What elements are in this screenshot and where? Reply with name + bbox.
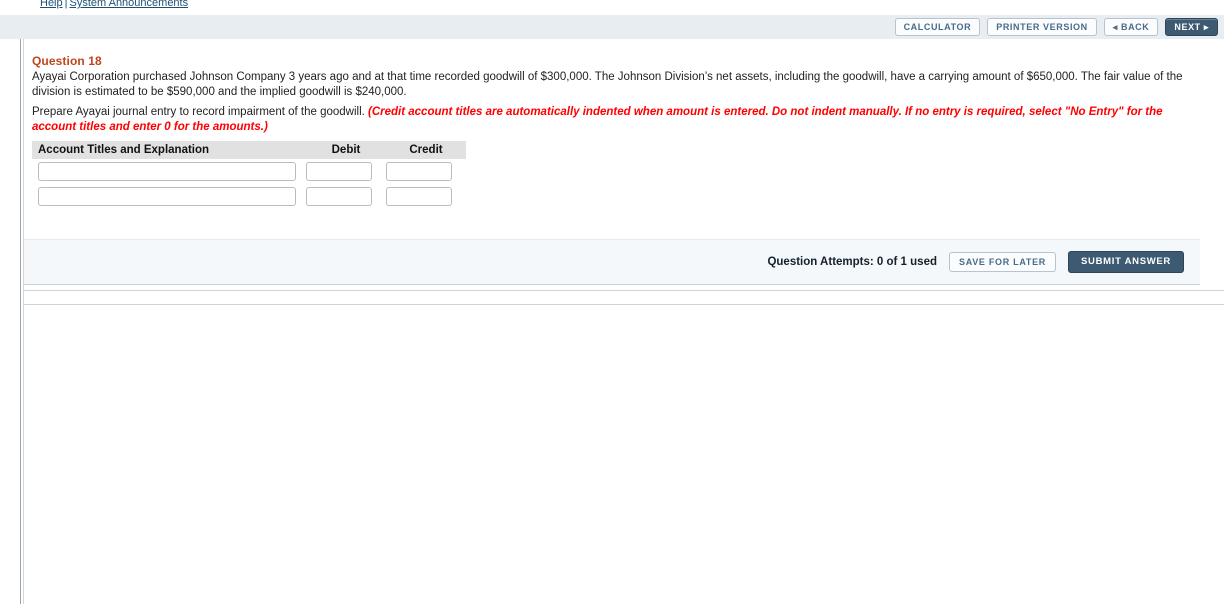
question-toolbar: CALCULATOR PRINTER VERSION ◂ BACK NEXT ▸	[0, 15, 1224, 40]
help-link[interactable]: Help	[40, 0, 63, 9]
cell-credit	[386, 184, 466, 209]
credit-input-row-2[interactable]	[386, 187, 452, 206]
instruction-block: Prepare Ayayai journal entry to record i…	[32, 105, 1192, 135]
cell-debit	[306, 184, 386, 209]
question-attempts-text: Question Attempts: 0 of 1 used	[767, 256, 937, 268]
question-title: Question 18	[32, 54, 102, 68]
debit-input-row-1[interactable]	[306, 162, 372, 181]
journal-entry-table: Account Titles and Explanation Debit Cre…	[32, 141, 466, 209]
debit-input-row-2[interactable]	[306, 187, 372, 206]
page-divider-upper	[24, 290, 1224, 291]
account-title-input-row-1[interactable]	[38, 162, 296, 181]
column-header-account: Account Titles and Explanation	[32, 141, 306, 159]
column-header-credit: Credit	[386, 141, 466, 159]
journal-entry-table-head: Account Titles and Explanation Debit Cre…	[32, 141, 466, 159]
instruction-lead-text: Prepare Ayayai journal entry to record i…	[32, 106, 369, 118]
masthead: Help | System Announcements	[0, 0, 1224, 16]
question-footer-bar: Question Attempts: 0 of 1 used SAVE FOR …	[24, 239, 1200, 285]
footer-controls: Question Attempts: 0 of 1 used SAVE FOR …	[767, 251, 1184, 273]
journal-entry-table-body	[32, 159, 466, 209]
table-header-row: Account Titles and Explanation Debit Cre…	[32, 141, 466, 159]
cell-credit	[386, 159, 466, 184]
submit-answer-button[interactable]: SUBMIT ANSWER	[1067, 251, 1184, 273]
credit-input-row-1[interactable]	[386, 162, 452, 181]
cell-account	[32, 159, 306, 184]
table-row	[32, 184, 466, 209]
column-header-debit: Debit	[306, 141, 386, 159]
table-row	[32, 159, 466, 184]
system-announcements-link[interactable]: System Announcements	[69, 0, 188, 9]
save-for-later-button[interactable]: SAVE FOR LATER	[949, 252, 1056, 272]
cell-account	[32, 184, 306, 209]
back-button[interactable]: ◂ BACK	[1103, 18, 1159, 36]
next-button[interactable]: NEXT ▸	[1165, 18, 1218, 36]
question-body-text: Ayayai Corporation purchased Johnson Com…	[32, 71, 1183, 98]
page-divider-lower	[24, 304, 1224, 305]
question-panel: Question 18 Ayayai Corporation purchased…	[24, 39, 1200, 239]
utility-links: Help | System Announcements	[40, 0, 188, 9]
left-rail-divider	[20, 39, 21, 604]
account-title-input-row-2[interactable]	[38, 187, 296, 206]
calculator-button[interactable]: CALCULATOR	[894, 18, 981, 36]
toolbar-button-group: CALCULATOR PRINTER VERSION ◂ BACK NEXT ▸	[894, 18, 1218, 36]
rail-marker-icon: ⋮	[0, 40, 3, 49]
cell-debit	[306, 159, 386, 184]
printer-version-button[interactable]: PRINTER VERSION	[987, 18, 1097, 36]
